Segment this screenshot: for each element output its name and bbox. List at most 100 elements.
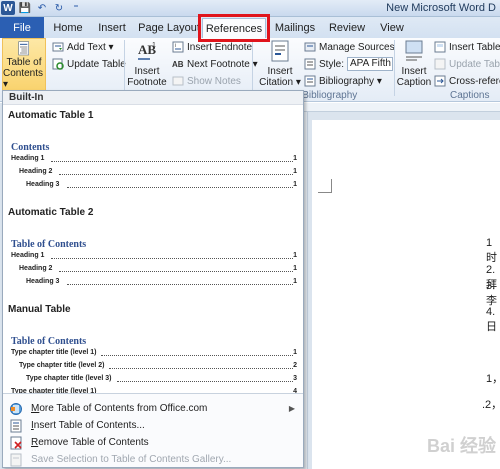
insert-caption-button[interactable]: Insert Caption: [396, 38, 432, 88]
insert-toc-label: Insert Table of Contents...: [31, 420, 145, 431]
preview-line: Heading 31: [26, 278, 297, 285]
tab-insert[interactable]: Insert: [92, 17, 132, 38]
undo-icon[interactable]: ↶: [35, 1, 49, 15]
insert-caption-label2: Caption: [396, 77, 432, 88]
save-selection-toc-command[interactable]: Save Selection to Table of Contents Gall…: [3, 451, 303, 467]
remove-toc-icon: [10, 436, 22, 449]
svg-text:1: 1: [152, 42, 156, 49]
toc-label-line2: Contents ▾: [3, 68, 44, 90]
gallery-item-manual-table[interactable]: Manual Table Table of Contents Type chap…: [3, 300, 303, 395]
tab-review[interactable]: Review: [326, 17, 368, 38]
update-table-figures-icon: [434, 58, 446, 70]
save-icon[interactable]: 💾: [18, 1, 32, 15]
save-selection-label: Save Selection to Table of Contents Gall…: [31, 454, 232, 465]
preview-title: Table of Contents: [11, 239, 87, 250]
save-selection-icon: [10, 453, 22, 466]
gallery-item-title: Automatic Table 1: [8, 110, 94, 121]
ribbon-separator: [124, 40, 125, 96]
bibliography-label: Bibliography ▾: [319, 75, 382, 87]
update-table-figures-button[interactable]: Update Table: [434, 56, 500, 72]
insert-toc-command[interactable]: Insert Table of Contents...: [3, 417, 303, 434]
insert-table-of-figures-button[interactable]: Insert Table o: [434, 39, 500, 55]
toc-gallery: Built-In Automatic Table 1 Contents Head…: [3, 91, 303, 395]
update-table-button[interactable]: Update Table: [52, 56, 126, 72]
office-com-icon: [10, 402, 22, 415]
gallery-item-automatic-table-1[interactable]: Automatic Table 1 Contents Heading 11 He…: [3, 106, 303, 204]
more-toc-label: More Table of Contents from Office.com: [31, 403, 208, 414]
tab-mailings[interactable]: Mailings: [272, 17, 318, 38]
gallery-item-title: Automatic Table 2: [8, 207, 94, 218]
horizontal-ruler: [300, 103, 500, 112]
insert-citation-label2: Citation ▾: [259, 77, 301, 88]
add-text-icon: [52, 42, 64, 52]
insert-caption-label1: Insert: [401, 66, 427, 77]
window-title: New Microsoft Word D: [386, 2, 496, 14]
builtin-section-header: Built-In: [3, 91, 303, 105]
insert-toc-icon: [10, 419, 22, 432]
remove-toc-command[interactable]: Remove Table of Contents: [3, 434, 303, 451]
manage-sources-label: Manage Sources: [319, 41, 395, 53]
more-toc-office-com[interactable]: More Table of Contents from Office.com ▶: [3, 400, 303, 417]
svg-text:AB: AB: [172, 60, 184, 69]
document-page[interactable]: [312, 120, 500, 469]
tab-home[interactable]: Home: [48, 17, 88, 38]
next-footnote-button[interactable]: AB Next Footnote ▾: [172, 56, 258, 72]
show-notes-icon: [172, 76, 184, 86]
preview-line: Type chapter title (level 2) 2: [19, 362, 297, 369]
next-footnote-label: Next Footnote ▾: [187, 58, 258, 70]
table-of-contents-icon: [18, 41, 29, 56]
highlight-box: [198, 14, 270, 42]
tab-page-layout[interactable]: Page Layout: [138, 17, 200, 38]
add-text-label: Add Text ▾: [67, 41, 114, 53]
insert-footnote-label1: Insert: [134, 66, 160, 77]
customize-qat-icon[interactable]: ⁼: [69, 1, 83, 15]
remove-toc-label: Remove Table of Contents: [31, 437, 149, 448]
doc-line-4[interactable]: 4.日: [486, 306, 500, 334]
manage-sources-button[interactable]: Manage Sources: [304, 39, 395, 55]
cross-reference-label: Cross-referen: [449, 75, 500, 87]
bibliography-button[interactable]: Bibliography ▾: [304, 73, 382, 89]
doc-line-6[interactable]: .2，: [482, 396, 500, 412]
preview-line: Heading 21: [19, 265, 297, 272]
next-footnote-icon: AB: [172, 60, 184, 69]
manage-sources-icon: [304, 42, 316, 52]
preview-title: Table of Contents: [11, 336, 87, 347]
submenu-arrow-icon: ▶: [288, 404, 295, 413]
toc-label-line1: Table of: [6, 57, 42, 68]
style-dropdown[interactable]: APA Fifth: [347, 57, 394, 71]
preview-line: Heading 11: [11, 252, 297, 259]
gallery-item-automatic-table-2[interactable]: Automatic Table 2 Table of Contents Head…: [3, 203, 303, 301]
insert-footnote-button[interactable]: AB 1 Insert Footnote: [127, 38, 166, 88]
tab-file[interactable]: File: [0, 17, 44, 38]
cross-reference-button[interactable]: Cross-referen: [434, 73, 500, 89]
margin-corner-mark: [318, 179, 332, 193]
preview-line: Heading 31: [26, 181, 297, 188]
ribbon-separator: [252, 40, 253, 96]
insert-endnote-label: Insert Endnote: [187, 41, 253, 53]
group-captions-label: Captions: [450, 90, 490, 101]
doc-line-3[interactable]: 3.李: [486, 280, 500, 308]
caption-icon: [405, 40, 423, 61]
preview-title: Contents: [11, 142, 50, 153]
bibliography-icon: [304, 75, 316, 87]
doc-line-5[interactable]: 1，: [486, 370, 500, 386]
show-notes-button[interactable]: Show Notes: [172, 73, 241, 89]
ribbon-separator: [394, 40, 395, 96]
word-logo-icon[interactable]: W: [1, 1, 15, 15]
endnote-icon: i: [172, 41, 184, 53]
tab-view[interactable]: View: [374, 17, 410, 38]
menu-commands: More Table of Contents from Office.com ▶…: [3, 393, 303, 467]
svg-text:i: i: [175, 43, 176, 49]
watermark: Bai 经验: [426, 436, 496, 456]
redo-icon[interactable]: ↻: [52, 1, 66, 15]
update-table-figures-label: Update Table: [449, 58, 500, 70]
doc-line-1[interactable]: 1时: [486, 237, 500, 265]
style-selector[interactable]: Style: APA Fifth: [304, 56, 394, 72]
add-text-button[interactable]: Add Text ▾: [52, 39, 114, 55]
quick-access-toolbar: W 💾 ↶ ↻ ⁼: [1, 1, 83, 15]
insert-citation-button[interactable]: Insert Citation ▾: [258, 38, 302, 88]
table-of-contents-button[interactable]: Table of Contents ▾: [2, 38, 46, 91]
preview-line: Heading 11: [11, 155, 297, 162]
footnote-icon: AB 1: [138, 42, 156, 60]
preview-line: Type chapter title (level 1) 1: [11, 349, 297, 356]
